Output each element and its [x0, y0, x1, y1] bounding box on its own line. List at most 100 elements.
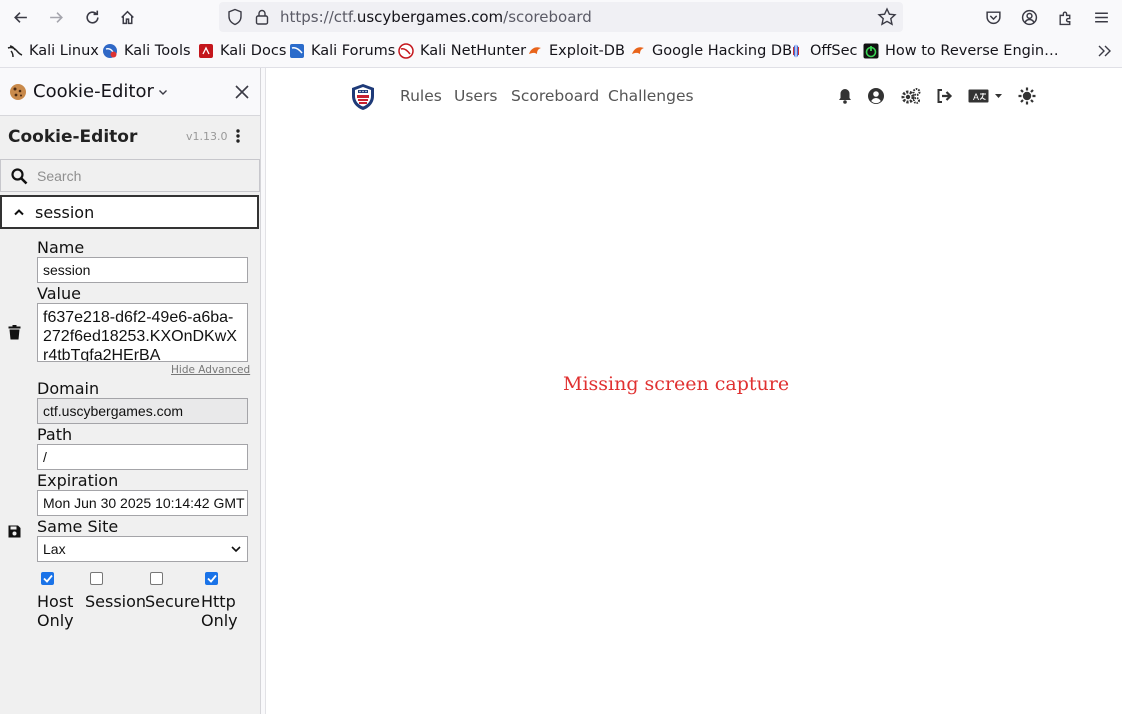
bookmark-star-icon[interactable] [877, 7, 897, 27]
bookmark-kali-forums[interactable]: Kali Forums [289, 42, 395, 60]
chevron-down-icon[interactable] [158, 87, 168, 97]
save-icon[interactable] [8, 525, 21, 538]
ghdb-icon [632, 47, 644, 54]
bookmark-label: Google Hacking DB [652, 43, 793, 59]
bookmark-offsec[interactable]: OffSec [788, 42, 858, 60]
nav-link-users[interactable]: Users [454, 87, 497, 105]
same-site-value: Lax [43, 541, 66, 557]
bookmark-label: Kali Linux [29, 43, 99, 59]
kali-docs-icon [199, 44, 213, 58]
url-bar[interactable]: https://ctf.uscybergames.com/scoreboard [219, 2, 903, 32]
check-icon [207, 574, 217, 583]
forward-icon[interactable] [43, 4, 69, 30]
domain-label: Domain [37, 379, 100, 398]
us-cyber-games-logo[interactable] [348, 82, 378, 112]
same-site-select[interactable]: Lax [37, 536, 248, 562]
nav-link-scoreboard[interactable]: Scoreboard [511, 87, 599, 105]
url-prefix: https://ctf. [280, 8, 357, 26]
lock-icon[interactable] [254, 8, 270, 26]
bookmark-kali-nethunter[interactable]: Kali NetHunter [398, 42, 526, 60]
exploit-db-icon [529, 47, 541, 54]
account-icon[interactable] [1016, 4, 1042, 30]
expiration-field[interactable]: Mon Jun 30 2025 10:14:42 GMT [37, 490, 248, 516]
pocket-icon[interactable] [980, 4, 1006, 30]
bookmarks-toolbar: Kali Linux Kali Tools Kali Docs Kali For… [0, 34, 1122, 68]
user-circle-icon[interactable] [867, 87, 885, 105]
chevron-up-icon[interactable] [13, 207, 25, 217]
url-host: uscybergames.com [356, 8, 504, 26]
bookmark-label: How to Reverse Engin… [885, 43, 1059, 59]
host-only-label: Host Only [37, 592, 74, 630]
path-field[interactable]: / [37, 444, 248, 470]
version-label: v1.13.0 [186, 130, 228, 143]
bell-icon[interactable] [836, 87, 854, 105]
secure-label: Secure [145, 592, 201, 611]
extensions-icon[interactable] [1052, 4, 1078, 30]
missing-screen-capture-message: Missing screen capture [563, 373, 790, 395]
extension-title: Cookie-Editor [8, 127, 138, 147]
bookmark-kali-linux[interactable]: Kali Linux [7, 42, 99, 60]
close-icon[interactable] [233, 83, 251, 101]
url-path: /scoreboard [503, 8, 592, 26]
power-icon [863, 43, 879, 59]
sidebar-switcher-title[interactable]: Cookie-Editor [33, 81, 154, 102]
bookmark-label: Kali Tools [124, 43, 191, 59]
tracking-shield-icon[interactable] [226, 8, 244, 26]
sidebar-header: Cookie-Editor [0, 68, 260, 116]
path-label: Path [37, 425, 73, 444]
same-site-label: Same Site [37, 517, 119, 536]
session-label: Session [85, 592, 147, 611]
bookmarks-overflow-icon[interactable] [1096, 42, 1114, 60]
host-only-checkbox[interactable] [41, 572, 54, 585]
cookie-row-header[interactable]: session [0, 195, 259, 229]
name-field[interactable]: session [37, 257, 248, 283]
reload-icon[interactable] [79, 4, 105, 30]
theme-toggle-icon[interactable] [1018, 87, 1036, 105]
bookmark-label: Exploit-DB [549, 43, 625, 59]
domain-field[interactable]: ctf.uscybergames.com [37, 398, 248, 424]
bookmark-kali-docs[interactable]: Kali Docs [198, 42, 286, 60]
search-box [0, 159, 260, 192]
bookmark-kali-tools[interactable]: Kali Tools [102, 42, 191, 60]
bookmark-label: Kali NetHunter [420, 43, 527, 59]
nav-link-rules[interactable]: Rules [400, 87, 442, 105]
secure-checkbox[interactable] [150, 572, 163, 585]
hide-advanced-link[interactable]: Hide Advanced [171, 364, 250, 376]
bookmark-google-hacking-db[interactable]: Google Hacking DB [630, 42, 792, 60]
bookmark-how-to-reverse-engineer[interactable]: How to Reverse Engin… [863, 42, 1059, 60]
expiration-label: Expiration [37, 471, 119, 490]
admin-cogs-icon[interactable] [900, 87, 922, 105]
chevron-down-icon [231, 546, 241, 553]
bookmark-label: OffSec [810, 43, 858, 59]
search-icon [11, 168, 28, 185]
home-icon[interactable] [114, 4, 140, 30]
more-options-icon[interactable] [234, 128, 242, 144]
sidebar-splitter[interactable] [261, 68, 266, 714]
kali-forums-icon [290, 44, 304, 58]
menu-icon[interactable] [1088, 4, 1114, 30]
browser-toolbar: https://ctf.uscybergames.com/scoreboard [0, 0, 1122, 34]
nav-link-challenges[interactable]: Challenges [608, 87, 694, 105]
bookmark-label: Kali Docs [220, 43, 287, 59]
url-text[interactable]: https://ctf.uscybergames.com/scoreboard [280, 8, 592, 26]
language-icon[interactable]: A [968, 87, 1004, 105]
site-navbar: Rules Users Scoreboard Challenges A [266, 68, 1122, 126]
bookmark-label: Kali Forums [311, 43, 396, 59]
svg-text:A: A [973, 92, 979, 102]
cookie-icon [10, 84, 26, 100]
offsec-icon [793, 44, 799, 58]
kali-tools-icon [103, 44, 117, 58]
http-only-label: Http Only [201, 592, 238, 630]
bookmark-exploit-db[interactable]: Exploit-DB [527, 42, 625, 60]
logout-icon[interactable] [935, 87, 953, 105]
back-icon[interactable] [7, 4, 33, 30]
value-field[interactable]: f637e218-d6f2-49e6-a6ba-272f6ed18253.KXO… [37, 303, 248, 362]
name-label: Name [37, 238, 85, 257]
session-checkbox[interactable] [90, 572, 103, 585]
nethunter-icon [398, 43, 414, 59]
trash-icon[interactable] [8, 325, 21, 340]
search-input[interactable] [37, 165, 252, 187]
check-icon [43, 574, 53, 583]
cookie-editor-sidebar: Cookie-Editor Cookie-Editor v1.13.0 sess… [0, 68, 261, 714]
http-only-checkbox[interactable] [205, 572, 218, 585]
